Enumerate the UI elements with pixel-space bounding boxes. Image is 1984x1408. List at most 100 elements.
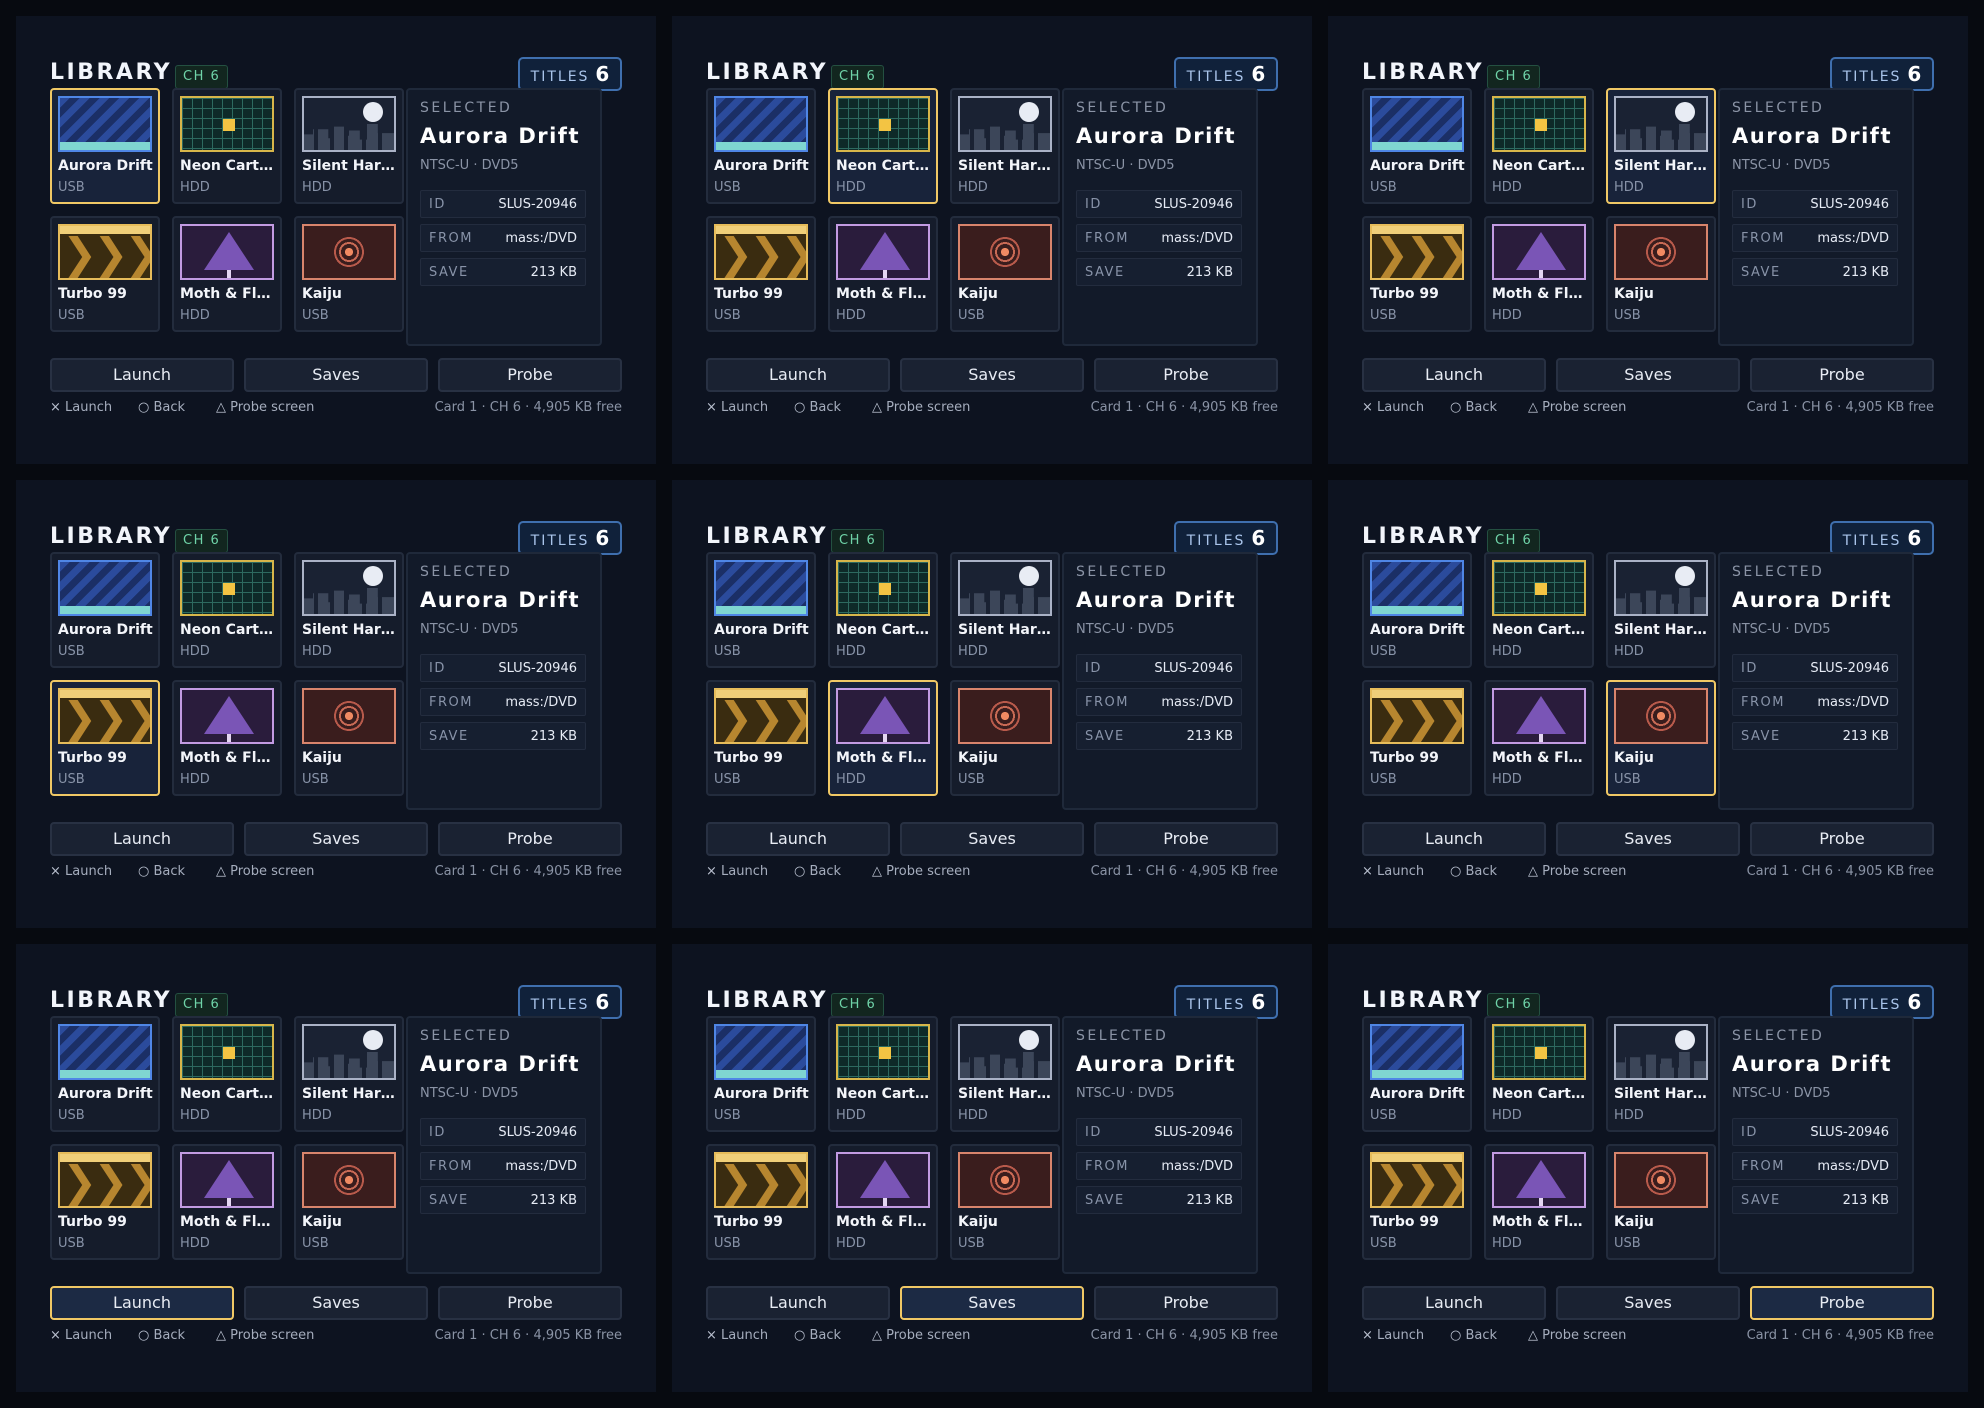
saves-button[interactable]: Saves bbox=[900, 1286, 1084, 1320]
game-tile[interactable]: Silent Har… HDD bbox=[1606, 552, 1716, 668]
game-tile[interactable]: Turbo 99 USB bbox=[50, 216, 160, 332]
game-title: Silent Har… bbox=[302, 622, 395, 638]
detail-row-save: SAVE 213 KB bbox=[1732, 258, 1898, 286]
probe-button[interactable]: Probe bbox=[1750, 822, 1934, 856]
channel-badge: CH 6 bbox=[831, 529, 885, 553]
game-tile[interactable]: Neon Cart… HDD bbox=[172, 552, 282, 668]
probe-button[interactable]: Probe bbox=[1094, 1286, 1278, 1320]
launch-button[interactable]: Launch bbox=[1362, 358, 1546, 392]
saves-button[interactable]: Saves bbox=[1556, 822, 1740, 856]
probe-button[interactable]: Probe bbox=[1094, 822, 1278, 856]
game-tile[interactable]: Silent Har… HDD bbox=[950, 88, 1060, 204]
probe-button[interactable]: Probe bbox=[1750, 1286, 1934, 1320]
game-tile[interactable]: Turbo 99 USB bbox=[50, 1144, 160, 1260]
game-tile[interactable]: Moth & Fl… HDD bbox=[1484, 1144, 1594, 1260]
game-tile[interactable]: Kaiju USB bbox=[294, 1144, 404, 1260]
game-title: Silent Har… bbox=[302, 158, 395, 174]
detail-key: FROM bbox=[1085, 695, 1129, 710]
game-tile[interactable]: Aurora Drift USB bbox=[706, 88, 816, 204]
game-tile[interactable]: Neon Cart… HDD bbox=[828, 88, 938, 204]
cross-button-icon: × bbox=[706, 864, 717, 879]
game-tile[interactable]: Aurora Drift USB bbox=[1362, 552, 1472, 668]
game-tile[interactable]: Kaiju USB bbox=[950, 1144, 1060, 1260]
game-tile[interactable]: Silent Har… HDD bbox=[950, 552, 1060, 668]
game-tile[interactable]: Moth & Fl… HDD bbox=[172, 216, 282, 332]
probe-button[interactable]: Probe bbox=[1750, 358, 1934, 392]
game-tile[interactable]: Turbo 99 USB bbox=[706, 680, 816, 796]
titles-count-badge: TITLES 6 bbox=[518, 57, 622, 91]
game-tile[interactable]: Silent Har… HDD bbox=[1606, 1016, 1716, 1132]
launch-button[interactable]: Launch bbox=[706, 822, 890, 856]
game-tile[interactable]: Aurora Drift USB bbox=[706, 552, 816, 668]
game-tile[interactable]: Turbo 99 USB bbox=[1362, 216, 1472, 332]
launch-button[interactable]: Launch bbox=[706, 358, 890, 392]
game-tile[interactable]: Kaiju USB bbox=[1606, 216, 1716, 332]
detail-value: SLUS-20946 bbox=[1810, 1125, 1889, 1140]
game-tile[interactable]: Silent Har… HDD bbox=[1606, 88, 1716, 204]
game-source: HDD bbox=[836, 180, 866, 195]
probe-button[interactable]: Probe bbox=[438, 358, 622, 392]
game-tile[interactable]: Turbo 99 USB bbox=[706, 1144, 816, 1260]
launch-button[interactable]: Launch bbox=[1362, 1286, 1546, 1320]
probe-button[interactable]: Probe bbox=[1094, 358, 1278, 392]
saves-button[interactable]: Saves bbox=[244, 358, 428, 392]
game-tile[interactable]: Neon Cart… HDD bbox=[1484, 552, 1594, 668]
game-tile[interactable]: Aurora Drift USB bbox=[50, 88, 160, 204]
launch-button[interactable]: Launch bbox=[706, 1286, 890, 1320]
game-tile[interactable]: Silent Har… HDD bbox=[294, 88, 404, 204]
saves-button[interactable]: Saves bbox=[244, 822, 428, 856]
launch-button[interactable]: Launch bbox=[1362, 822, 1546, 856]
game-tile[interactable]: Silent Har… HDD bbox=[294, 552, 404, 668]
game-tile[interactable]: Moth & Fl… HDD bbox=[828, 216, 938, 332]
game-tile[interactable]: Neon Cart… HDD bbox=[1484, 88, 1594, 204]
detail-row-save: SAVE 213 KB bbox=[1732, 1186, 1898, 1214]
game-tile[interactable]: Moth & Fl… HDD bbox=[172, 1144, 282, 1260]
game-tile[interactable]: Neon Cart… HDD bbox=[828, 552, 938, 668]
game-tile[interactable]: Neon Cart… HDD bbox=[1484, 1016, 1594, 1132]
probe-button[interactable]: Probe bbox=[438, 822, 622, 856]
saves-button[interactable]: Saves bbox=[900, 822, 1084, 856]
game-tile[interactable]: Aurora Drift USB bbox=[50, 1016, 160, 1132]
game-tile[interactable]: Aurora Drift USB bbox=[706, 1016, 816, 1132]
game-tile[interactable]: Neon Cart… HDD bbox=[172, 1016, 282, 1132]
game-tile[interactable]: Neon Cart… HDD bbox=[828, 1016, 938, 1132]
game-source: HDD bbox=[836, 1236, 866, 1251]
game-title: Turbo 99 bbox=[1370, 750, 1439, 766]
titles-label: TITLES bbox=[1842, 533, 1902, 549]
game-title: Kaiju bbox=[302, 1214, 342, 1230]
game-tile[interactable]: Aurora Drift USB bbox=[1362, 88, 1472, 204]
game-tile[interactable]: Moth & Fl… HDD bbox=[1484, 680, 1594, 796]
saves-button[interactable]: Saves bbox=[900, 358, 1084, 392]
game-tile[interactable]: Kaiju USB bbox=[294, 216, 404, 332]
game-tile[interactable]: Moth & Fl… HDD bbox=[172, 680, 282, 796]
selected-label: SELECTED bbox=[1076, 1028, 1169, 1044]
game-tile[interactable]: Aurora Drift USB bbox=[50, 552, 160, 668]
saves-button[interactable]: Saves bbox=[1556, 358, 1740, 392]
selected-label: SELECTED bbox=[1076, 564, 1169, 580]
game-cover-art bbox=[180, 688, 274, 744]
game-tile[interactable]: Kaiju USB bbox=[950, 680, 1060, 796]
game-tile[interactable]: Moth & Fl… HDD bbox=[828, 1144, 938, 1260]
saves-button[interactable]: Saves bbox=[1556, 1286, 1740, 1320]
game-tile[interactable]: Silent Har… HDD bbox=[294, 1016, 404, 1132]
game-tile[interactable]: Neon Cart… HDD bbox=[172, 88, 282, 204]
game-tile[interactable]: Turbo 99 USB bbox=[50, 680, 160, 796]
game-tile[interactable]: Moth & Fl… HDD bbox=[828, 680, 938, 796]
game-title: Kaiju bbox=[302, 750, 342, 766]
launch-button[interactable]: Launch bbox=[50, 822, 234, 856]
launch-button[interactable]: Launch bbox=[50, 358, 234, 392]
game-tile[interactable]: Kaiju USB bbox=[294, 680, 404, 796]
circle-button-icon: ○ bbox=[1450, 864, 1462, 879]
game-tile[interactable]: Aurora Drift USB bbox=[1362, 1016, 1472, 1132]
game-tile[interactable]: Turbo 99 USB bbox=[1362, 680, 1472, 796]
probe-button[interactable]: Probe bbox=[438, 1286, 622, 1320]
game-tile[interactable]: Kaiju USB bbox=[1606, 1144, 1716, 1260]
game-tile[interactable]: Turbo 99 USB bbox=[1362, 1144, 1472, 1260]
game-tile[interactable]: Silent Har… HDD bbox=[950, 1016, 1060, 1132]
game-tile[interactable]: Turbo 99 USB bbox=[706, 216, 816, 332]
game-tile[interactable]: Moth & Fl… HDD bbox=[1484, 216, 1594, 332]
launch-button[interactable]: Launch bbox=[50, 1286, 234, 1320]
saves-button[interactable]: Saves bbox=[244, 1286, 428, 1320]
game-tile[interactable]: Kaiju USB bbox=[950, 216, 1060, 332]
game-tile[interactable]: Kaiju USB bbox=[1606, 680, 1716, 796]
